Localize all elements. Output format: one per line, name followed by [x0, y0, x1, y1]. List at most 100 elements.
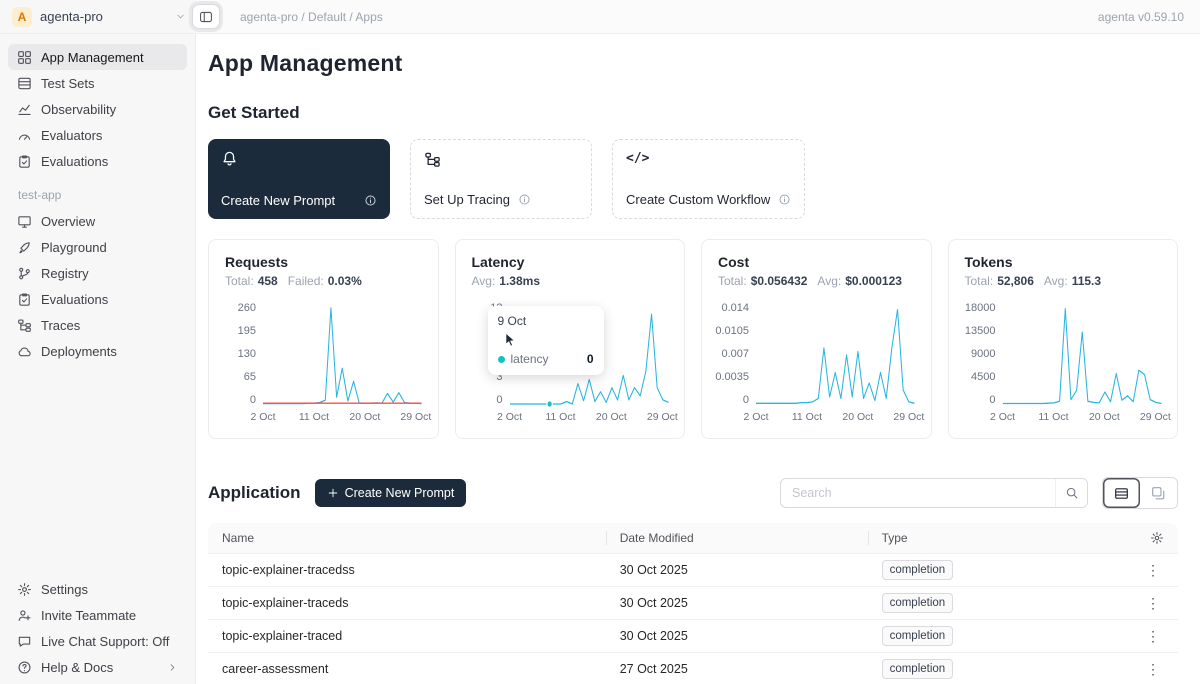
stat-title: Requests: [225, 254, 422, 270]
requests-chart: 260195130650 2 Oct11 Oct20 Oct29 Oct: [225, 302, 422, 426]
app-date: 30 Oct 2025: [606, 629, 868, 643]
header-date-modified[interactable]: Date Modified: [606, 531, 868, 545]
sidebar-item-label: Invite Teammate: [41, 608, 136, 623]
sidebar-app-section-label: test-app: [0, 174, 195, 208]
sidebar-item-traces[interactable]: Traces: [8, 312, 187, 338]
sidebar-item-playground[interactable]: Playground: [8, 234, 187, 260]
info-icon[interactable]: [364, 194, 377, 207]
sidebar-item-label: App Management: [41, 50, 144, 65]
type-tag: completion: [882, 593, 954, 613]
sidebar-item-label: Playground: [41, 240, 107, 255]
row-menu-button[interactable]: ⋮: [1142, 562, 1164, 579]
table-view-icon: [1114, 486, 1129, 501]
sidebar-item-label: Test Sets: [41, 76, 94, 91]
sidebar-item-app-evaluations[interactable]: Evaluations: [8, 286, 187, 312]
create-new-prompt-card[interactable]: Create New Prompt: [208, 139, 390, 219]
view-toggle: [1102, 477, 1178, 509]
user-plus-icon: [17, 608, 32, 623]
info-icon[interactable]: [778, 193, 791, 206]
git-branch-icon: [17, 266, 32, 281]
card-label: Create New Prompt: [221, 193, 335, 208]
cost-stats: Total:$0.056432 Avg:$0.000123: [718, 274, 915, 288]
create-new-prompt-button[interactable]: Create New Prompt: [315, 479, 467, 507]
sidebar-toggle-button[interactable]: [192, 4, 220, 29]
page-title: App Management: [208, 50, 1178, 77]
card-view-button[interactable]: [1140, 478, 1177, 508]
app-name: topic-explainer-traced: [208, 629, 606, 643]
cost-card: Cost Total:$0.056432 Avg:$0.000123 0.014…: [701, 239, 932, 439]
sidebar: App Management Test Sets Observability E…: [0, 34, 196, 684]
header-name[interactable]: Name: [208, 531, 606, 545]
table-row[interactable]: career-assessment 27 Oct 2025 completion…: [208, 652, 1178, 684]
tooltip-series: latency: [511, 352, 549, 366]
latency-card: Latency Avg:1.38ms 129630 2 Oct11 Oct20 …: [455, 239, 686, 439]
tooltip-date: 9 Oct: [498, 314, 594, 328]
get-started-heading: Get Started: [208, 103, 1178, 123]
app-date: 27 Oct 2025: [606, 662, 868, 676]
sidebar-item-invite-teammate[interactable]: Invite Teammate: [8, 602, 187, 628]
create-custom-workflow-card[interactable]: </> Create Custom Workflow: [612, 139, 805, 219]
requests-card: Requests Total:458 Failed:0.03% 26019513…: [208, 239, 439, 439]
sidebar-item-overview[interactable]: Overview: [8, 208, 187, 234]
sidebar-item-live-chat[interactable]: Live Chat Support: Off: [8, 628, 187, 654]
application-header-row: Application Create New Prompt: [208, 477, 1178, 509]
chevron-down-icon: [175, 11, 186, 22]
sidebar-item-settings[interactable]: Settings: [8, 576, 187, 602]
info-icon[interactable]: [518, 193, 531, 206]
sidebar-item-label: Live Chat Support: Off: [41, 634, 169, 649]
row-menu-button[interactable]: ⋮: [1142, 661, 1164, 678]
sidebar-item-label: Evaluations: [41, 154, 108, 169]
tooltip-value: 0: [571, 352, 594, 366]
sidebar-item-evaluators[interactable]: Evaluators: [8, 122, 187, 148]
sidebar-item-label: Deployments: [41, 344, 117, 359]
tokens-stats: Total:52,806 Avg:115.3: [965, 274, 1162, 288]
row-menu-button[interactable]: ⋮: [1142, 595, 1164, 612]
table-header: Name Date Modified Type: [208, 523, 1178, 553]
workspace-name: agenta-pro: [40, 9, 103, 24]
rocket-icon: [17, 240, 32, 255]
tree-icon: [17, 318, 32, 333]
stats-row: Requests Total:458 Failed:0.03% 26019513…: [208, 239, 1178, 439]
question-circle-icon: [17, 660, 32, 675]
search-input[interactable]: [781, 486, 1055, 500]
workspace-selector[interactable]: A agenta-pro: [0, 0, 196, 33]
code-icon: </>: [626, 151, 791, 166]
table-row[interactable]: topic-explainer-traced 30 Oct 2025 compl…: [208, 619, 1178, 652]
sidebar-item-observability[interactable]: Observability: [8, 96, 187, 122]
sidebar-item-registry[interactable]: Registry: [8, 260, 187, 286]
stat-title: Cost: [718, 254, 915, 270]
card-label: Create Custom Workflow: [626, 192, 770, 207]
grid-icon: [17, 50, 32, 65]
set-up-tracing-card[interactable]: Set Up Tracing: [410, 139, 592, 219]
sidebar-item-test-sets[interactable]: Test Sets: [8, 70, 187, 96]
sidebar-item-label: Overview: [41, 214, 95, 229]
sidebar-item-deployments[interactable]: Deployments: [8, 338, 187, 364]
sidebar-item-evaluations[interactable]: Evaluations: [8, 148, 187, 174]
app-date: 30 Oct 2025: [606, 563, 868, 577]
card-label: Set Up Tracing: [424, 192, 510, 207]
search-icon[interactable]: [1055, 479, 1087, 507]
latency-chart: 129630 2 Oct11 Oct20 Oct29 Oct 9 Oct lat…: [472, 302, 669, 426]
app-version: agenta v0.59.10: [1098, 10, 1200, 24]
row-menu-button[interactable]: ⋮: [1142, 628, 1164, 645]
tokens-chart: 1800013500900045000 2 Oct11 Oct20 Oct29 …: [965, 302, 1162, 426]
app-name: topic-explainer-traceds: [208, 596, 606, 610]
table-icon: [17, 76, 32, 91]
header-type[interactable]: Type: [868, 531, 1101, 545]
workspace-avatar: A: [12, 7, 32, 27]
clipboard-check-icon: [17, 292, 32, 307]
sidebar-item-label: Observability: [41, 102, 116, 117]
table-row[interactable]: topic-explainer-traceds 30 Oct 2025 comp…: [208, 586, 1178, 619]
tokens-card: Tokens Total:52,806 Avg:115.3 1800013500…: [948, 239, 1179, 439]
table-view-button[interactable]: [1103, 478, 1140, 508]
series-dot: [498, 356, 505, 363]
column-settings-gear-icon[interactable]: [1150, 531, 1164, 545]
application-heading: Application: [208, 483, 301, 503]
sidebar-item-app-management[interactable]: App Management: [8, 44, 187, 70]
type-tag: completion: [882, 659, 954, 679]
sidebar-item-help-docs[interactable]: Help & Docs: [8, 654, 187, 680]
chat-bubble-icon: [17, 634, 32, 649]
type-tag: completion: [882, 626, 954, 646]
sidebar-item-label: Settings: [41, 582, 88, 597]
table-row[interactable]: topic-explainer-tracedss 30 Oct 2025 com…: [208, 553, 1178, 586]
